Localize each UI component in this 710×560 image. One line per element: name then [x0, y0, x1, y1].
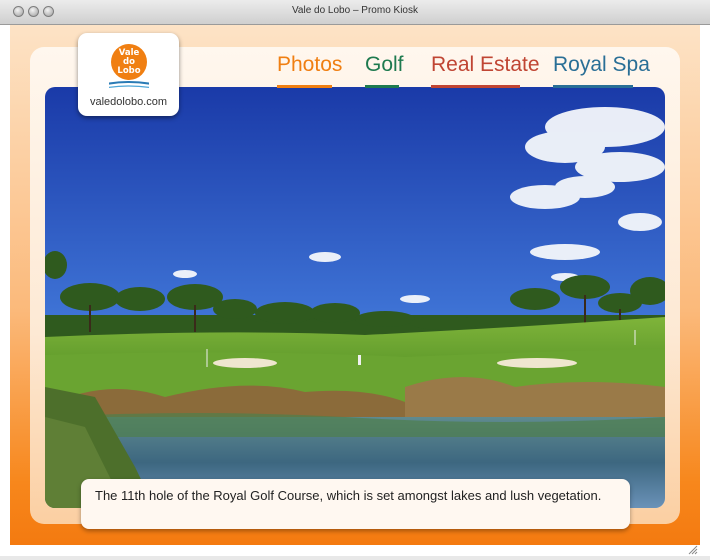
golf-course-photo	[45, 87, 665, 508]
caption-text: The 11th hole of the Royal Golf Course, …	[95, 488, 602, 503]
tab-photos-label: Photos	[277, 53, 343, 76]
site-url: valedolobo.com	[89, 96, 168, 108]
tab-photos-underline	[277, 85, 332, 88]
tab-real-estate[interactable]: Real Estate	[431, 52, 540, 88]
tab-golf-label: Golf	[365, 53, 404, 76]
tab-photos[interactable]: Photos	[277, 52, 343, 88]
tab-royal-spa-underline	[553, 85, 633, 88]
tab-royal-spa-label: Royal Spa	[553, 53, 650, 76]
tab-golf-underline	[365, 85, 399, 88]
vale-do-lobo-logo: Vale do Lobo	[96, 41, 162, 94]
logo-emblem-line: Lobo	[117, 66, 140, 76]
app-window: Vale do Lobo – Promo Kiosk Vale do Lobo …	[0, 0, 710, 556]
tab-real-estate-underline	[431, 85, 520, 88]
tab-real-estate-label: Real Estate	[431, 53, 540, 76]
tab-royal-spa[interactable]: Royal Spa	[553, 52, 650, 88]
title-bar: Vale do Lobo – Promo Kiosk	[0, 0, 710, 25]
tab-golf[interactable]: Golf	[365, 52, 404, 88]
window-title: Vale do Lobo – Promo Kiosk	[291, 5, 418, 16]
photo-caption: The 11th hole of the Royal Golf Course, …	[81, 479, 630, 529]
logo-card[interactable]: Vale do Lobo valedolobo.com	[78, 33, 179, 116]
resize-grip[interactable]	[688, 542, 698, 555]
